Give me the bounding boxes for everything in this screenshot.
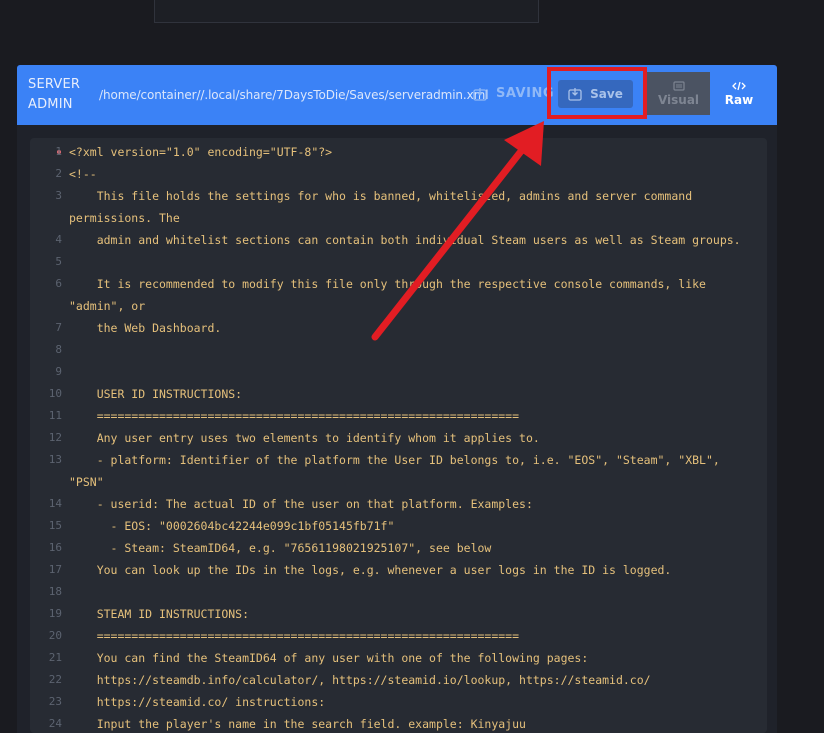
code-line: You can look up the IDs in the logs, e.g…: [69, 563, 672, 577]
line-number: 16: [48, 541, 62, 554]
tab-raw[interactable]: Raw: [710, 72, 768, 115]
line-number: 8: [55, 343, 62, 356]
code-line: admin and whitelist sections can contain…: [69, 233, 741, 247]
line-number: 15: [48, 519, 62, 532]
code-line: https://steamid.co/ instructions:: [69, 695, 326, 709]
code-line: This file holds the settings for who is …: [69, 189, 693, 203]
line-number: 21: [48, 651, 62, 664]
line-number: 4: [55, 233, 62, 246]
code-editor: 1 <?xml version="1.0" encoding="UTF-8"?> 2…: [17, 125, 777, 733]
line-number: 24: [48, 717, 62, 730]
code-area[interactable]: 1 <?xml version="1.0" encoding="UTF-8"?> 2…: [30, 138, 767, 733]
code-line: "admin", or: [69, 299, 146, 313]
line-number: 9: [55, 365, 62, 378]
line-number: 19: [48, 607, 62, 620]
save-highlight-box: [547, 67, 647, 119]
code-line: "PSN": [69, 475, 104, 489]
visual-icon: [672, 80, 685, 91]
line-number: 3: [55, 189, 62, 202]
code-line: Any user entry uses two elements to iden…: [69, 431, 540, 445]
code-line: Input the player's name in the search fi…: [69, 717, 526, 731]
code-line: You can find the SteamID64 of any user w…: [69, 651, 589, 665]
code-line: ========================================…: [69, 409, 520, 423]
line-number: 22: [48, 673, 62, 686]
line-number: 6: [55, 277, 62, 290]
line-number: 14: [48, 497, 62, 510]
line-number: [30, 471, 62, 493]
code-line: the Web Dashboard.: [69, 321, 222, 335]
line-number: 18: [48, 585, 62, 598]
line-number: 2: [55, 167, 62, 180]
download-icon[interactable]: [473, 87, 487, 101]
code-line: USER ID INSTRUCTIONS:: [69, 387, 243, 401]
line-number: [30, 295, 62, 317]
code-line: <!--: [69, 167, 97, 181]
code-line: permissions. The: [69, 211, 180, 225]
line-number: 13: [48, 453, 62, 466]
line-number: 7: [55, 321, 62, 334]
line-number: 11: [48, 409, 62, 422]
line-number: 23: [48, 695, 62, 708]
section-title: SERVER ADMIN: [28, 77, 81, 112]
file-path: /home/container//.local/share/7DaysToDie…: [99, 88, 489, 102]
line-number: 5: [55, 255, 62, 268]
line-number: 10: [48, 387, 62, 400]
line-number: 20: [48, 629, 62, 642]
code-line: https://steamdb.info/calculator/, https:…: [69, 673, 651, 687]
line-number: 17: [48, 563, 62, 576]
line-number: 12: [48, 431, 62, 444]
code-line: - userid: The actual ID of the user on t…: [69, 497, 533, 511]
top-panel: [154, 0, 539, 23]
server-admin-header: SERVER ADMIN /home/container//.local/sha…: [17, 65, 777, 125]
code-line: - platform: Identifier of the platform t…: [69, 453, 720, 467]
code-line: STEAM ID INSTRUCTIONS:: [69, 607, 250, 621]
tab-visual[interactable]: Visual: [647, 72, 710, 115]
line-number: [30, 207, 62, 229]
line-number: 1: [55, 145, 62, 158]
code-line: - EOS: "0002604bc42244e099c1bf05145fb71f…: [69, 519, 395, 533]
code-line: - Steam: SteamID64, e.g. "76561198021925…: [69, 541, 492, 555]
code-line: <?xml version="1.0" encoding="UTF-8"?>: [69, 145, 333, 159]
tab-visual-label: Visual: [657, 92, 700, 107]
tab-raw-label: Raw: [724, 92, 754, 107]
code-icon: [732, 81, 746, 90]
code-line: It is recommended to modify this file on…: [69, 277, 706, 291]
code-line: ========================================…: [69, 629, 520, 643]
